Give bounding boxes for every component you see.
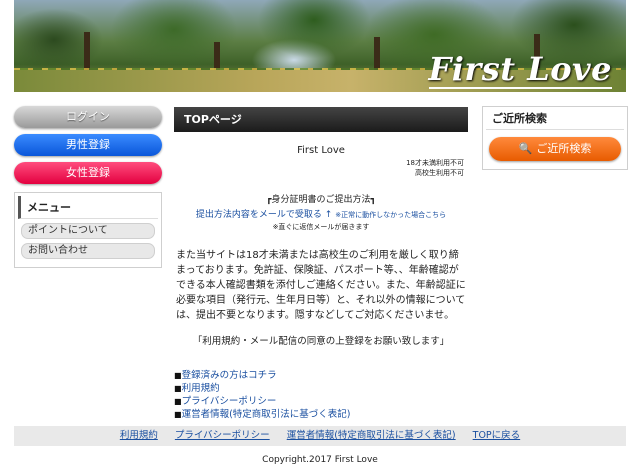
female-register-button[interactable]: 女性登録	[14, 162, 162, 184]
id-email-link[interactable]: 提出方法内容をメールで受取る ↑	[196, 210, 332, 220]
bullet-square-icon: ■	[174, 384, 182, 393]
nearby-search-label: ご近所検索	[536, 142, 592, 155]
copyright: Copyright.2017 First Love	[262, 455, 378, 465]
agreement-text: 「利用規約・メール配信の同意の上登録をお願い致します」	[192, 336, 450, 347]
bullet-square-icon: ■	[174, 397, 182, 406]
site-name: First Love	[297, 145, 345, 156]
bullet-square-icon: ■	[174, 371, 182, 380]
id-link-row: 提出方法内容をメールで受取る ↑ ※正常に動作しなかった場合こちら	[174, 207, 468, 220]
nearby-search-box: ご近所検索 🔍 ご近所検索	[482, 106, 628, 170]
id-submission-title: ┏身分証明書のご提出方法┓	[266, 195, 376, 205]
link-privacy[interactable]: プライバシーポリシー	[182, 396, 277, 407]
menu-item-contact[interactable]: お問い合わせ	[21, 243, 155, 259]
login-button[interactable]: ログイン	[14, 106, 162, 128]
footer-link-terms[interactable]: 利用規約	[120, 430, 158, 441]
bullet-square-icon: ■	[174, 410, 182, 419]
footer-link-top[interactable]: TOPに戻る	[473, 430, 521, 441]
nearby-search-button[interactable]: 🔍 ご近所検索	[489, 137, 621, 161]
age-notes: 18才未満利用不可 高校生利用不可	[174, 158, 468, 178]
link-terms[interactable]: 利用規約	[182, 383, 220, 394]
search-icon: 🔍	[518, 142, 533, 155]
left-sidebar: ログイン 男性登録 女性登録 メニュー ポイントについて お問い合わせ	[14, 106, 162, 268]
link-registered-login[interactable]: 登録済みの方はコチラ	[182, 370, 277, 381]
footer-nav: 利用規約 プライバシーポリシー 運営者情報(特定商取引法に基づく表記) TOPに…	[14, 426, 626, 446]
menu-title: メニュー	[18, 196, 158, 219]
link-operator-info[interactable]: 運営者情報(特定商取引法に基づく表記)	[182, 409, 351, 420]
site-title[interactable]: First Love	[428, 50, 613, 89]
age-note-under18: 18才未満利用不可	[406, 159, 464, 167]
id-fallback-link[interactable]: ※正常に動作しなかった場合こちら	[335, 211, 446, 219]
footer-link-operator-info[interactable]: 運営者情報(特定商取引法に基づく表記)	[287, 430, 456, 441]
age-policy-notice: また当サイトは18才未満または高校生のご利用を厳しく取り締まっております。免許証…	[176, 250, 466, 321]
main-links: ■登録済みの方はコチラ ■利用規約 ■プライバシーポリシー ■運営者情報(特定商…	[174, 369, 468, 421]
header-banner: First Love	[14, 0, 626, 92]
menu-item-points[interactable]: ポイントについて	[21, 223, 155, 239]
id-reply-note: ※直ぐに返信メールが届きます	[272, 223, 370, 231]
right-sidebar: ご近所検索 🔍 ご近所検索	[482, 106, 628, 170]
nearby-search-title: ご近所検索	[486, 107, 624, 130]
main-content: TOPページ First Love 18才未満利用不可 高校生利用不可 ┏身分証…	[174, 107, 468, 421]
section-title: TOPページ	[174, 107, 468, 132]
male-register-button[interactable]: 男性登録	[14, 134, 162, 156]
footer-link-privacy[interactable]: プライバシーポリシー	[175, 430, 270, 441]
age-note-highschool: 高校生利用不可	[415, 169, 464, 177]
menu-box: メニュー ポイントについて お問い合わせ	[14, 192, 162, 268]
